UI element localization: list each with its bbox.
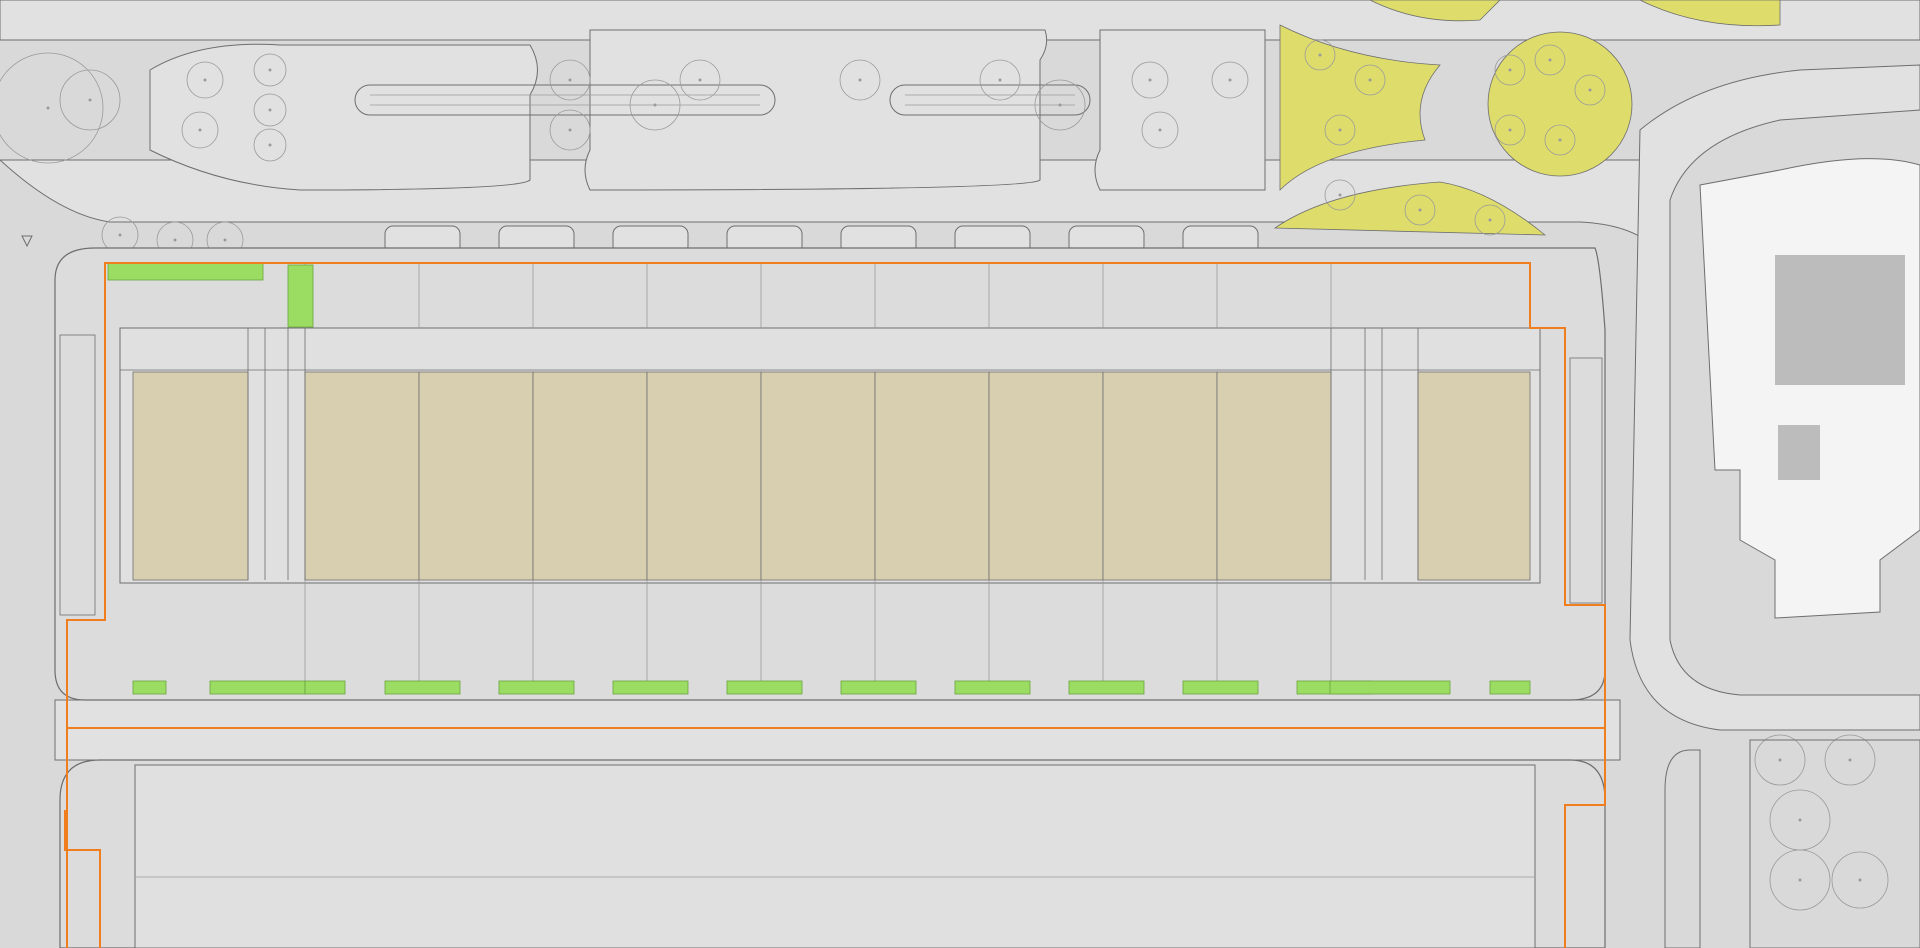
- tree-trunk: [1558, 138, 1562, 142]
- planting-south: [132, 680, 167, 695]
- planting-south: [1329, 680, 1451, 695]
- tree-trunk: [1848, 758, 1852, 762]
- existing-building-core-a: [1775, 255, 1905, 385]
- building-unit-9: [1102, 371, 1218, 581]
- tree-trunk: [1338, 128, 1342, 132]
- middle-road: [54, 699, 1621, 761]
- lower-building-envelope: [134, 764, 1536, 948]
- tree-trunk: [1148, 78, 1152, 82]
- tree-trunk: [1368, 78, 1372, 82]
- tree-trunk: [268, 143, 272, 147]
- planting-south: [1068, 680, 1145, 695]
- parking-island-east: [1094, 29, 1266, 191]
- planting-south: [304, 680, 346, 695]
- building-unit-6: [760, 371, 876, 581]
- tree-trunk: [1058, 103, 1062, 107]
- tree-trunk: [1338, 193, 1342, 197]
- tree-trunk: [1588, 88, 1592, 92]
- tree-trunk: [698, 78, 702, 82]
- planting-south: [840, 680, 917, 695]
- landscape-round-bed: [1487, 31, 1633, 177]
- tree-trunk: [223, 238, 227, 242]
- parking-island-west: [149, 43, 538, 191]
- tree-trunk: [46, 106, 50, 110]
- tree-trunk: [568, 128, 572, 132]
- tree-trunk: [1318, 53, 1322, 57]
- planting-south: [726, 680, 803, 695]
- tree-trunk: [858, 78, 862, 82]
- tree-trunk: [653, 103, 657, 107]
- tree-trunk: [268, 68, 272, 72]
- tree-trunk: [568, 78, 572, 82]
- tree-trunk: [1508, 68, 1512, 72]
- tree-trunk: [1858, 878, 1862, 882]
- tree-trunk: [1488, 218, 1492, 222]
- building-unit-11: [1417, 371, 1531, 581]
- tree-trunk: [1778, 758, 1782, 762]
- tree-trunk: [88, 98, 92, 102]
- planting-south: [954, 680, 1031, 695]
- building-unit-10: [1216, 371, 1332, 581]
- tree-trunk: [1548, 58, 1552, 62]
- building-unit-1: [132, 371, 249, 581]
- building-unit-4: [532, 371, 648, 581]
- tree-trunk: [1798, 878, 1802, 882]
- tree-trunk: [203, 78, 207, 82]
- tree-trunk: [1508, 128, 1512, 132]
- planting-south: [1489, 680, 1531, 695]
- tree-trunk: [1418, 208, 1422, 212]
- tree-trunk: [998, 78, 1002, 82]
- tree-trunk: [118, 233, 122, 237]
- planting-south: [384, 680, 461, 695]
- building-unit-8: [988, 371, 1104, 581]
- building-unit-3: [418, 371, 534, 581]
- tree-trunk: [1798, 818, 1802, 822]
- tree-trunk: [1158, 128, 1162, 132]
- planting-south: [209, 680, 306, 695]
- existing-building-core-b: [1778, 425, 1820, 480]
- planting-south: [612, 680, 689, 695]
- tree-trunk: [268, 108, 272, 112]
- tree-trunk: [1228, 78, 1232, 82]
- planting-north-west: [107, 262, 264, 281]
- planting-south: [498, 680, 575, 695]
- tree-trunk: [198, 128, 202, 132]
- planting-corridor: [287, 264, 314, 328]
- tree-trunk: [173, 238, 177, 242]
- building-unit-5: [646, 371, 762, 581]
- parking-island-center: [584, 29, 1048, 191]
- building-unit-2: [304, 371, 420, 581]
- site-plan-map: [0, 0, 1920, 948]
- planting-south: [1182, 680, 1259, 695]
- building-unit-7: [874, 371, 990, 581]
